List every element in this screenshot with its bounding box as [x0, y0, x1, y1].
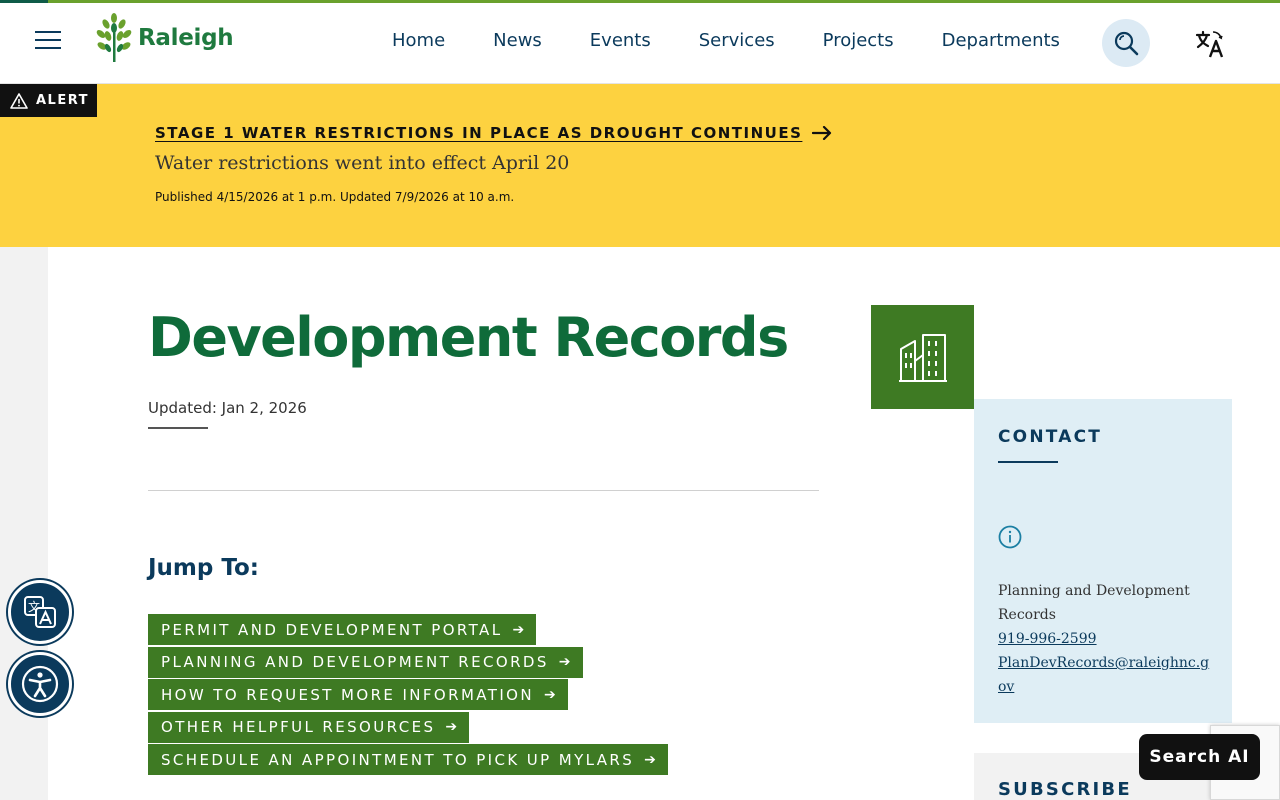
hamburger-icon	[35, 31, 61, 49]
tree-logo-icon	[96, 13, 132, 62]
alert-title: STAGE 1 WATER RESTRICTIONS IN PLACE AS D…	[155, 124, 803, 142]
arrow-right-icon	[812, 126, 832, 140]
arrow-right-icon: ➔	[558, 654, 571, 670]
translate-icon	[1195, 30, 1224, 58]
jump-link-label: PLANNING AND DEVELOPMENT RECORDS	[161, 653, 549, 671]
arrow-right-icon: ➔	[644, 751, 656, 768]
subscribe-heading: SUBSCRIBE	[998, 779, 1132, 800]
jump-link-request-info[interactable]: HOW TO REQUEST MORE INFORMATION ➔	[148, 679, 568, 710]
jump-links: PERMIT AND DEVELOPMENT PORTAL ➔ PLANNING…	[148, 614, 668, 777]
page-title: Development Records	[148, 306, 789, 369]
search-ai-button[interactable]: Search AI	[1139, 734, 1260, 780]
translate-icon: 文	[24, 596, 56, 628]
jump-link-planning-records[interactable]: PLANNING AND DEVELOPMENT RECORDS ➔	[148, 646, 583, 678]
jump-to-heading: Jump To:	[148, 555, 260, 581]
search-ai-label: Search AI	[1149, 747, 1250, 767]
arrow-right-icon: ➔	[445, 719, 458, 735]
translate-widget-button[interactable]: 文	[8, 580, 72, 644]
alert-title-link[interactable]: STAGE 1 WATER RESTRICTIONS IN PLACE AS D…	[155, 124, 832, 142]
jump-link-label: SCHEDULE AN APPOINTMENT TO PICK UP MYLAR…	[161, 750, 635, 769]
nav-events[interactable]: Events	[590, 30, 651, 51]
updated-date: Updated: Jan 2, 2026	[148, 399, 307, 417]
contact-underline	[998, 461, 1058, 463]
jump-link-label: PERMIT AND DEVELOPMENT PORTAL	[161, 620, 503, 639]
magnifier-icon	[1114, 31, 1139, 56]
nav-services[interactable]: Services	[699, 30, 775, 51]
alert-meta: Published 4/15/2026 at 1 p.m. Updated 7/…	[155, 190, 515, 204]
contact-email-link[interactable]: PlanDevRecords@raleighnc.gov	[998, 651, 1212, 699]
main-nav: Home News Events Services Projects Depar…	[368, 20, 1084, 60]
nav-home[interactable]: Home	[392, 30, 445, 51]
jump-link-helpful-resources[interactable]: OTHER HELPFUL RESOURCES ➔	[148, 711, 470, 743]
translate-button[interactable]	[1190, 24, 1230, 64]
jump-link-schedule-mylars[interactable]: SCHEDULE AN APPOINTMENT TO PICK UP MYLAR…	[148, 744, 668, 775]
site-logo[interactable]: Raleigh	[94, 12, 234, 64]
contact-card: CONTACT Planning and Development Records…	[974, 399, 1232, 723]
contact-name: Planning and Development Records	[998, 583, 1190, 623]
nav-departments[interactable]: Departments	[942, 30, 1060, 51]
nav-projects[interactable]: Projects	[823, 30, 894, 51]
search-button[interactable]	[1102, 19, 1150, 67]
arrow-right-icon: ➔	[544, 686, 556, 703]
accessibility-button[interactable]	[8, 652, 72, 716]
jump-link-label: OTHER HELPFUL RESOURCES	[161, 718, 436, 736]
content-divider	[148, 490, 819, 491]
jump-link-label: HOW TO REQUEST MORE INFORMATION	[161, 685, 535, 704]
info-circle-icon	[998, 525, 1022, 549]
arrow-right-icon: ➔	[512, 621, 525, 638]
alert-tag: ALERT	[0, 84, 97, 117]
accessibility-person-icon	[21, 665, 59, 703]
contact-details: Planning and Development Records 919-996…	[998, 579, 1212, 699]
department-tile	[871, 305, 974, 409]
alert-subtitle: Water restrictions went into effect Apri…	[155, 152, 570, 174]
warning-triangle-icon	[10, 92, 28, 109]
contact-heading: CONTACT	[998, 427, 1103, 447]
logo-text: Raleigh	[138, 25, 234, 51]
updated-underline	[148, 427, 208, 429]
alert-tag-label: ALERT	[36, 93, 90, 108]
jump-link-permit-portal[interactable]: PERMIT AND DEVELOPMENT PORTAL ➔	[148, 614, 537, 645]
nav-news[interactable]: News	[493, 30, 542, 51]
buildings-icon	[898, 334, 947, 382]
menu-button[interactable]	[24, 16, 72, 64]
contact-phone-link[interactable]: 919-996-2599	[998, 627, 1212, 651]
